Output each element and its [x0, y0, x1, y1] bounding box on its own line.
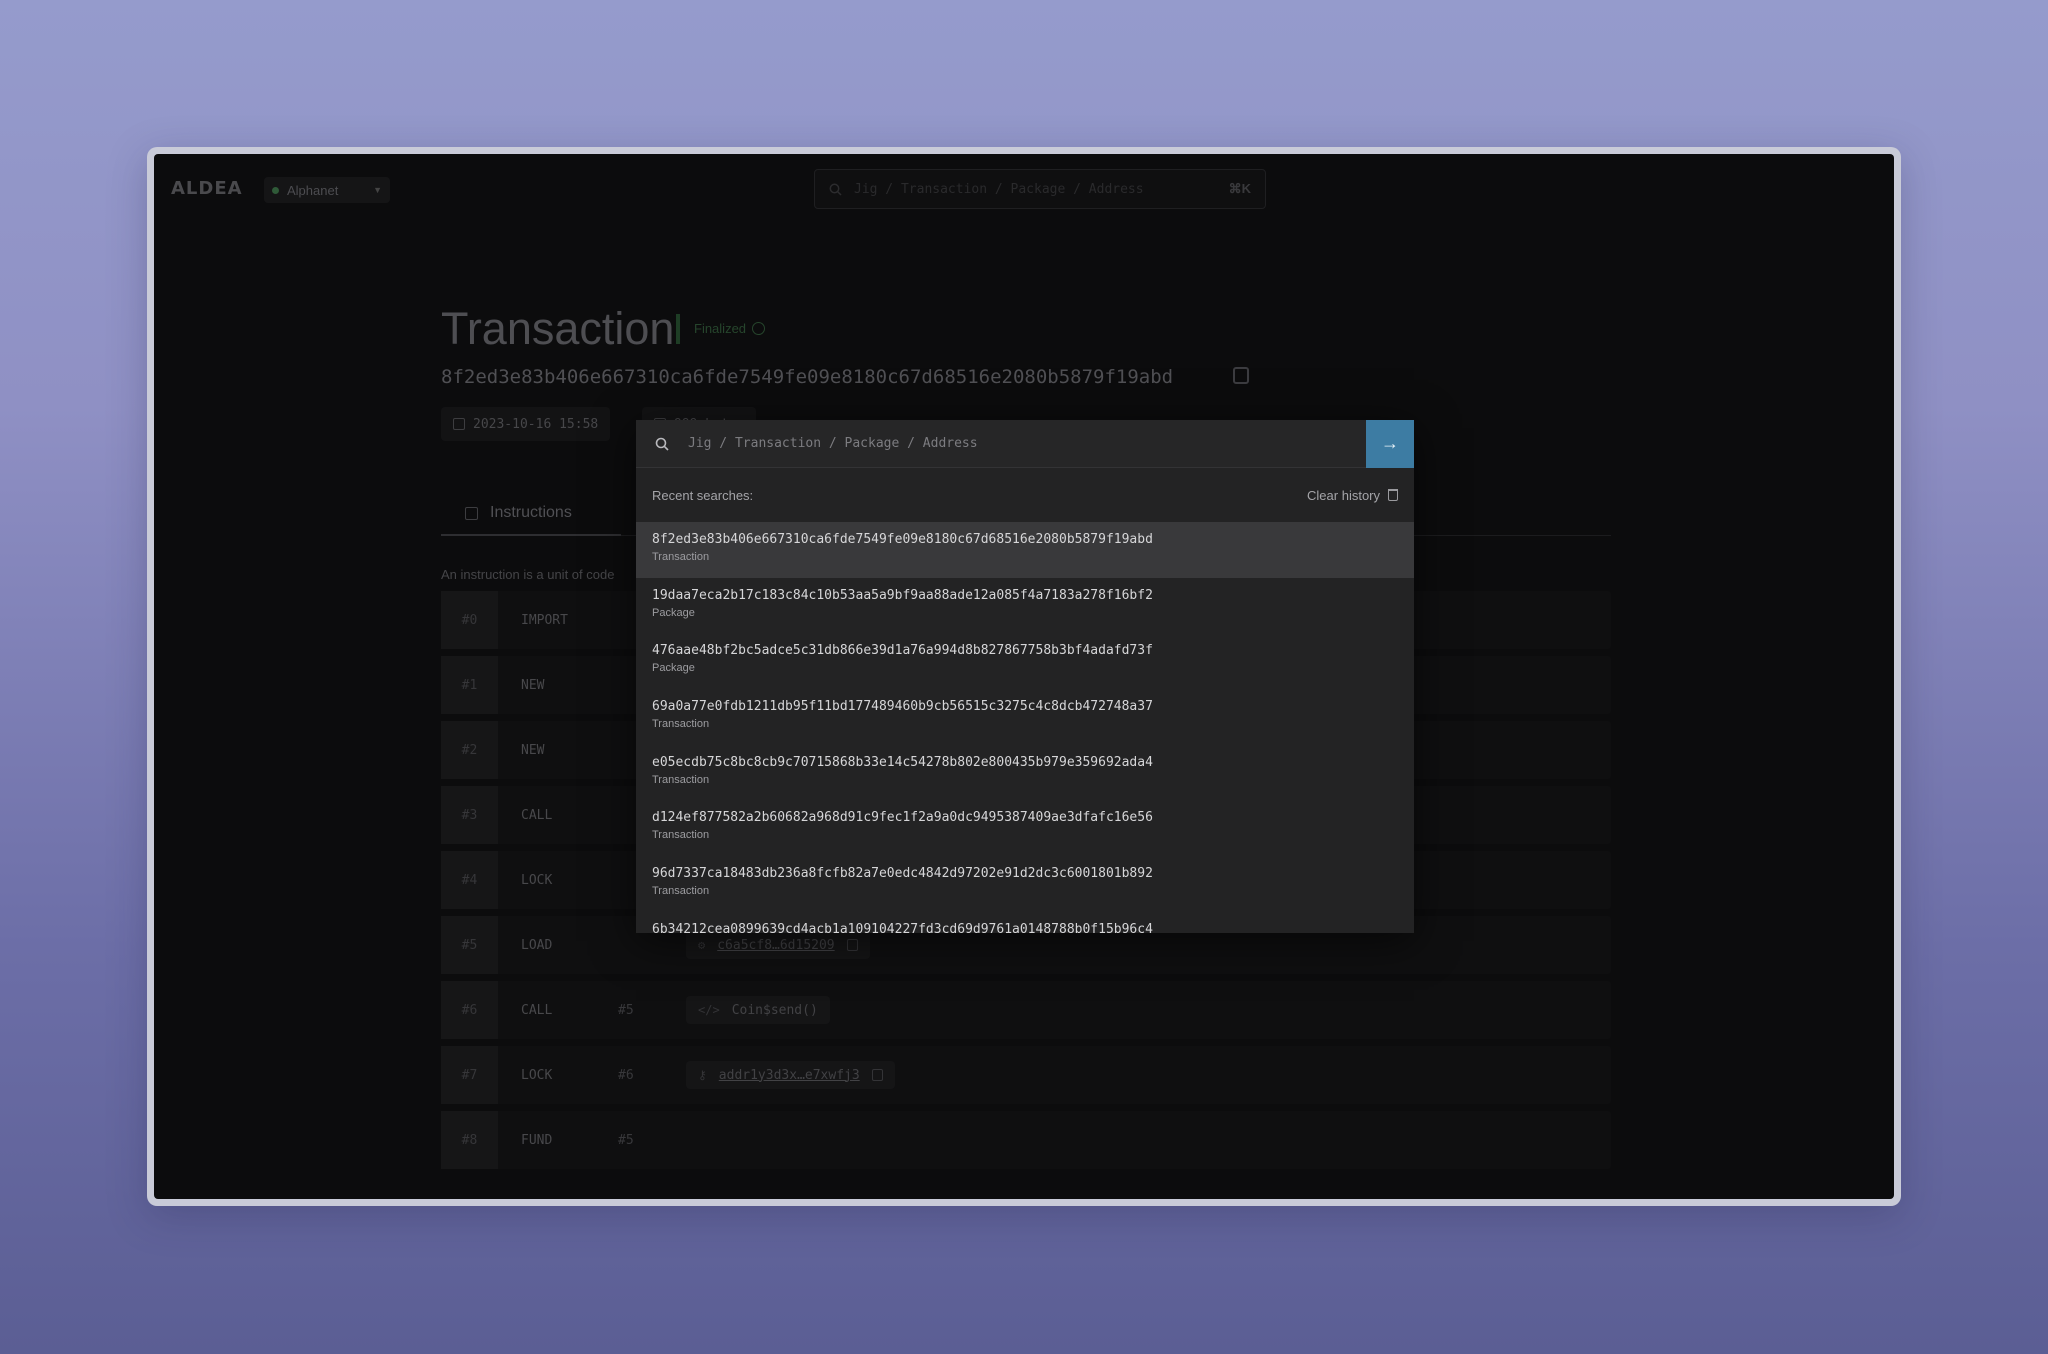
jig-id: c6a5cf8…6d15209	[717, 937, 835, 953]
instruction-index: #4	[441, 851, 498, 909]
recent-search-hash: 19daa7eca2b17c183c84c10b53aa5a9bf9aa88ad…	[652, 587, 1153, 603]
instruction-opcode: NEW	[521, 742, 545, 758]
header-search-placeholder: Jig / Transaction / Package / Address	[854, 181, 1144, 197]
instruction-opcode: FUND	[521, 1132, 553, 1148]
instruction-opcode: LOAD	[521, 937, 553, 953]
instruction-index: #2	[441, 721, 498, 779]
key-icon: ⚷	[698, 1068, 707, 1082]
instruction-index: #7	[441, 1046, 498, 1104]
method-chip: </> Coin$send()	[686, 996, 830, 1024]
recent-search-hash: d124ef877582a2b60682a968d91c9fec1f2a9a0d…	[652, 810, 1153, 826]
recent-search-type: Transaction	[652, 885, 710, 898]
search-submit-button[interactable]: →	[1366, 420, 1414, 468]
instruction-index: #8	[441, 1111, 498, 1169]
instruction-row: #6 CALL #5 </> Coin$send()	[441, 981, 1611, 1039]
instruction-index: #6	[441, 981, 498, 1039]
instruction-opcode: CALL	[521, 1002, 553, 1018]
address-link[interactable]: ⚷ addr1y3d3x…e7xwfj3	[686, 1061, 895, 1089]
network-label: Alphanet	[287, 182, 339, 198]
instructions-description: An instruction is a unit of code	[441, 567, 615, 582]
recent-search-hash: 96d7337ca18483db236a8fcfb82a7e0edc4842d9…	[652, 866, 1153, 882]
instruction-index: #3	[441, 786, 498, 844]
instruction-index: #5	[441, 916, 498, 974]
trash-icon	[1388, 489, 1398, 501]
copy-icon[interactable]	[871, 1069, 883, 1081]
method-name: Coin$send()	[731, 1002, 818, 1018]
recent-search-item[interactable]: 6b34212cea0899639cd4acb1a109104227fd3cd6…	[636, 912, 1414, 933]
modal-search-bar: →	[636, 420, 1414, 468]
date-chip: 2023-10-16 15:58	[441, 407, 611, 441]
recent-search-type: Package	[652, 662, 695, 675]
search-input[interactable]	[688, 420, 1366, 467]
status-label: Finalized	[694, 321, 747, 336]
recent-search-item[interactable]: 69a0a77e0fdb1211db95f11bd177489460b9cb56…	[636, 689, 1414, 745]
recent-searches-header: Recent searches: Clear history	[636, 468, 1414, 522]
recent-search-item[interactable]: 8f2ed3e83b406e667310ca6fde7549fe09e8180c…	[636, 522, 1414, 578]
header-search[interactable]: Jig / Transaction / Package / Address ⌘K	[814, 169, 1266, 209]
recent-search-item[interactable]: 476aae48bf2bc5adce5c31db866e39d1a76a994d…	[636, 633, 1414, 689]
instruction-opcode: IMPORT	[521, 612, 568, 628]
tab-label: Instructions	[490, 504, 572, 521]
arrow-right-icon: →	[1381, 433, 1399, 453]
clear-history-label: Clear history	[1307, 487, 1380, 503]
network-status-dot	[272, 186, 279, 194]
browser-frame: ALDEA Alphanet ▼ Jig / Transaction / Pac…	[147, 147, 1901, 1206]
app-window: ALDEA Alphanet ▼ Jig / Transaction / Pac…	[154, 154, 1894, 1199]
recent-search-type: Transaction	[652, 551, 710, 563]
chevron-down-icon: ▼	[373, 185, 382, 195]
transaction-hash: 8f2ed3e83b406e667310ca6fde7549fe09e8180c…	[441, 366, 1174, 388]
instruction-index: #1	[441, 656, 498, 714]
recent-search-hash: 8f2ed3e83b406e667310ca6fde7549fe09e8180c…	[652, 532, 1153, 547]
recent-search-item[interactable]: 19daa7eca2b17c183c84c10b53aa5a9bf9aa88ad…	[636, 578, 1414, 634]
shortcut-hint: ⌘K	[1228, 181, 1251, 196]
modal-search-icon-wrap	[636, 437, 688, 451]
gear-icon: ⚙	[698, 938, 706, 952]
recent-search-item[interactable]: 96d7337ca18483db236a8fcfb82a7e0edc4842d9…	[636, 856, 1414, 912]
instruction-ref: #5	[618, 1132, 634, 1148]
instruction-opcode: LOCK	[521, 1067, 553, 1083]
recent-search-type: Transaction	[652, 773, 710, 786]
instruction-opcode: NEW	[521, 677, 545, 693]
recent-search-hash: 6b34212cea0899639cd4acb1a109104227fd3cd6…	[652, 921, 1153, 933]
recent-search-type: Package	[652, 606, 695, 619]
recent-search-hash: 476aae48bf2bc5adce5c31db866e39d1a76a994d…	[652, 643, 1153, 659]
tab-instructions[interactable]: Instructions	[441, 492, 621, 536]
instruction-ref: #6	[618, 1067, 634, 1083]
code-icon: </>	[698, 1003, 720, 1017]
recent-search-type: Transaction	[652, 829, 710, 842]
logo[interactable]: ALDEA	[171, 178, 243, 199]
search-modal: → Recent searches: Clear history 8f2ed3e…	[636, 420, 1414, 933]
instruction-opcode: CALL	[521, 807, 553, 823]
recent-search-item[interactable]: e05ecdb75c8bc8cb9c70715868b33e14c54278b8…	[636, 745, 1414, 801]
copy-icon[interactable]	[846, 939, 858, 951]
recent-search-hash: 69a0a77e0fdb1211db95f11bd177489460b9cb56…	[652, 699, 1153, 715]
recent-search-item[interactable]: d124ef877582a2b60682a968d91c9fec1f2a9a0d…	[636, 800, 1414, 856]
clear-history-button[interactable]: Clear history	[1307, 488, 1398, 503]
network-select[interactable]: Alphanet ▼	[264, 177, 390, 203]
date-value: 2023-10-16 15:58	[473, 416, 599, 432]
address-value: addr1y3d3x…e7xwfj3	[718, 1067, 860, 1083]
recent-search-hash: e05ecdb75c8bc8cb9c70715868b33e14c54278b8…	[652, 754, 1153, 770]
check-circle-icon	[752, 322, 766, 335]
status-badge: Finalized	[694, 321, 766, 336]
title-divider	[676, 314, 680, 344]
page-title: Transaction	[441, 303, 675, 354]
recent-searches-label: Recent searches:	[652, 487, 754, 503]
search-icon	[655, 437, 669, 451]
recent-search-type: Transaction	[652, 718, 710, 731]
instruction-opcode: LOCK	[521, 872, 553, 888]
instruction-row: #8 FUND #5	[441, 1111, 1611, 1169]
copy-icon[interactable]	[1233, 367, 1249, 384]
list-icon	[465, 506, 478, 520]
search-icon	[829, 183, 842, 196]
jig-link[interactable]: ⚙ c6a5cf8…6d15209	[686, 931, 870, 959]
instruction-index: #0	[441, 591, 498, 649]
top-bar: ALDEA Alphanet ▼ Jig / Transaction / Pac…	[154, 154, 1894, 218]
instruction-row: #7 LOCK #6 ⚷ addr1y3d3x…e7xwfj3	[441, 1046, 1611, 1104]
instruction-ref: #5	[618, 1002, 634, 1018]
calendar-icon	[453, 418, 465, 430]
